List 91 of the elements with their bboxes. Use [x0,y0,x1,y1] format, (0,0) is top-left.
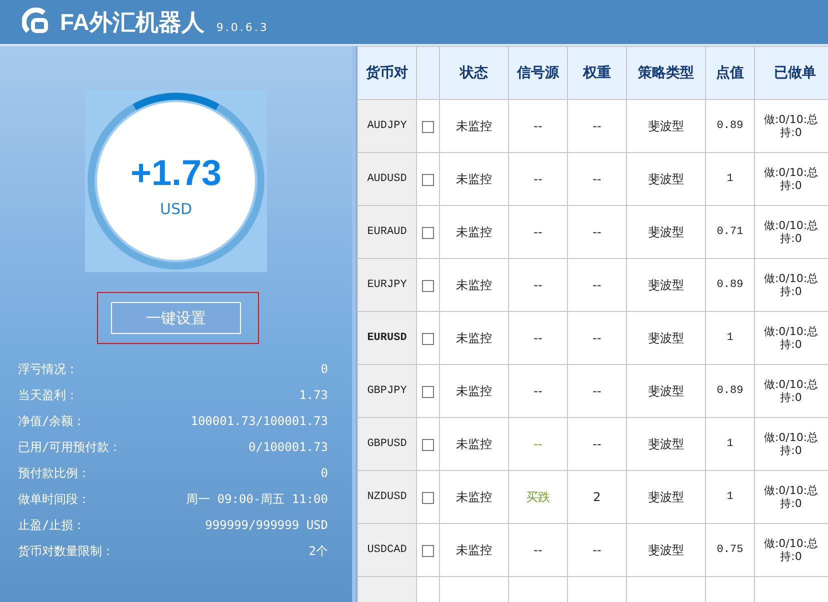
pair-cell: EURUSD [358,312,416,364]
table-cell: 0.89 [706,364,754,418]
table-cell: 未监控 [440,152,508,206]
table-cell: 未监控 [440,312,508,364]
table-cell: 斐波型 [626,152,706,206]
checkbox[interactable] [422,332,434,345]
table-cell: 1 [706,470,754,524]
table-cell: -- [508,152,568,206]
column-header: 已做单 [754,46,828,100]
version-label: 9.0.6.3 [216,20,269,34]
table-cell: 斐波型 [626,312,706,364]
table-cell: -- [508,206,568,258]
stat-label: 止盈/止损： [18,516,86,534]
stat-label: 净值/余额： [18,412,86,430]
column-header: 权重 [568,46,626,100]
one-click-setup-button[interactable]: 一键设置 [111,302,241,334]
table-cell: -- [508,100,568,152]
table-cell: 未监控 [440,364,508,418]
table-cell: 未监控 [440,100,508,152]
stat-label: 已用/可用预付款： [18,438,122,456]
column-header: 货币对 [358,46,416,100]
table-cell: -- [568,364,626,418]
table-cell: 未监控 [440,524,508,576]
stat-value: 0/100001.73 [248,440,328,454]
table-cell: 0.89 [706,100,754,152]
currency-label: USD [160,200,192,218]
checkbox[interactable] [422,226,434,239]
table-cell: 0.71 [706,206,754,258]
checkbox[interactable] [422,438,434,451]
checkbox[interactable] [422,280,434,292]
table-cell: 1 [706,152,754,206]
pair-cell: GBPUSD [358,418,416,470]
checkbox[interactable] [422,120,434,133]
column-header: 点值 [706,46,754,100]
table-cell: 斐波型 [626,470,706,524]
pair-cell: USDCAD [358,524,416,576]
table-cell: -- [568,312,626,364]
table-cell: -- [508,312,568,364]
pair-cell: GBPJPY [358,364,416,418]
stat-label: 做单时间段： [18,490,90,508]
app-title: FA外汇机器人 [60,8,204,36]
table-cell: 2 [568,470,626,524]
column-header: 策略类型 [626,46,706,100]
table-cell: -- [568,258,626,312]
table-cell: -- [508,418,568,470]
stat-label: 预付款比例： [18,464,90,482]
column-header: 信号源 [508,46,568,100]
table-cell: -- [568,206,626,258]
table-cell: -- [568,418,626,470]
stat-value: 999999/999999 USD [205,518,328,532]
table-cell: -- [508,258,568,312]
stat-value: 2个 [308,542,328,560]
table-cell: 斐波型 [626,206,706,258]
stat-value: 周一 09:00-周五 11:00 [186,490,328,508]
pair-cell: EURJPY [358,258,416,312]
checkbox[interactable] [422,386,434,398]
pair-cell: AUDUSD [358,152,416,206]
table-cell: 未监控 [440,206,508,258]
table-cell: -- [568,152,626,206]
stat-label: 货币对数量限制： [18,542,114,560]
stat-value: 0 [320,466,328,480]
stat-label: 当天盈利： [18,386,78,404]
table-cell: -- [568,100,626,152]
table-cell: 未监控 [440,470,508,524]
stat-value: 0 [320,362,328,376]
table-cell: 买跌 [508,470,568,524]
table-cell: -- [568,524,626,576]
table-cell: 未监控 [440,418,508,470]
stat-value: 100001.73/100001.73 [190,414,328,428]
stat-label: 浮亏情况： [18,360,78,378]
checkbox[interactable] [422,174,434,186]
table-cell: 1 [706,418,754,470]
checkbox[interactable] [422,544,434,557]
table-cell: 0.75 [706,524,754,576]
table-cell: 斐波型 [626,524,706,576]
table-cell: 斐波型 [626,100,706,152]
table-cell: 未监控 [440,258,508,312]
pair-cell: AUDJPY [358,100,416,152]
table-cell: 0.89 [706,258,754,312]
pair-cell: EURAUD [358,206,416,258]
table-cell: 1 [706,312,754,364]
column-header: 状态 [440,46,508,100]
table-cell: -- [508,524,568,576]
table-cell: -- [508,364,568,418]
stat-value: 1.73 [299,388,328,402]
profit-amount: +1.73 [130,152,222,194]
table-cell: 斐波型 [626,418,706,470]
pair-cell: NZDUSD [358,470,416,524]
table-cell: 斐波型 [626,258,706,312]
table-cell: 斐波型 [626,364,706,418]
checkbox[interactable] [422,492,434,504]
